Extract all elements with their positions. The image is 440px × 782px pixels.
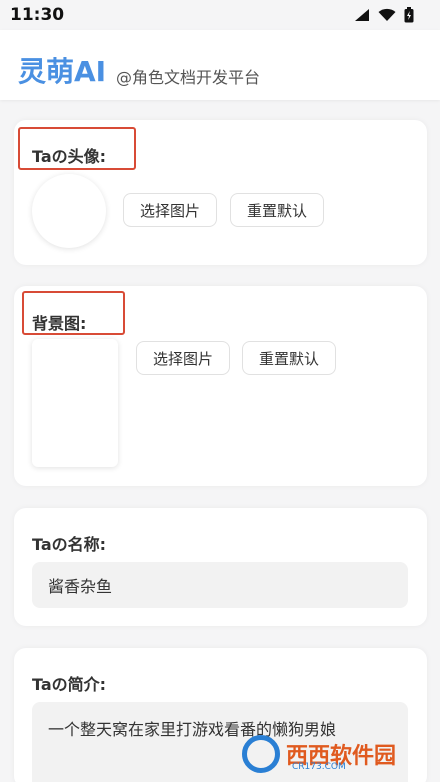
avatar-card: Taの头像: 选择图片 重置默认 <box>14 120 427 265</box>
name-section-title: Taの名称: <box>32 535 107 554</box>
avatar-preview[interactable] <box>32 174 106 248</box>
watermark: 西西软件园 CR173.COM <box>242 732 432 776</box>
avatar-section-title: Taの头像: <box>32 147 107 166</box>
app-header: 灵萌AI @角色文档开发平台 <box>0 30 440 100</box>
background-select-image-button[interactable]: 选择图片 <box>136 341 230 375</box>
signal-icon <box>355 9 369 21</box>
wifi-icon <box>378 8 396 21</box>
avatar-reset-default-button[interactable]: 重置默认 <box>230 193 324 227</box>
watermark-subtext: CR173.COM <box>292 762 346 772</box>
background-card: 背景图: 选择图片 重置默认 <box>14 286 427 486</box>
app-brand: 灵萌AI <box>18 55 107 88</box>
intro-section-title: Taの简介: <box>32 675 107 694</box>
watermark-logo-icon <box>242 735 280 773</box>
status-icons <box>354 7 414 23</box>
battery-icon <box>404 7 414 23</box>
background-reset-default-button[interactable]: 重置默认 <box>242 341 336 375</box>
status-bar: 11:30 <box>0 0 440 30</box>
name-input[interactable]: 酱香杂鱼 <box>32 562 408 608</box>
name-card: Taの名称: 酱香杂鱼 <box>14 508 427 626</box>
background-section-title: 背景图: <box>32 314 87 333</box>
status-time: 11:30 <box>10 5 65 25</box>
avatar-select-image-button[interactable]: 选择图片 <box>123 193 217 227</box>
background-preview[interactable] <box>32 339 118 467</box>
app-tagline: @角色文档开发平台 <box>116 68 261 87</box>
